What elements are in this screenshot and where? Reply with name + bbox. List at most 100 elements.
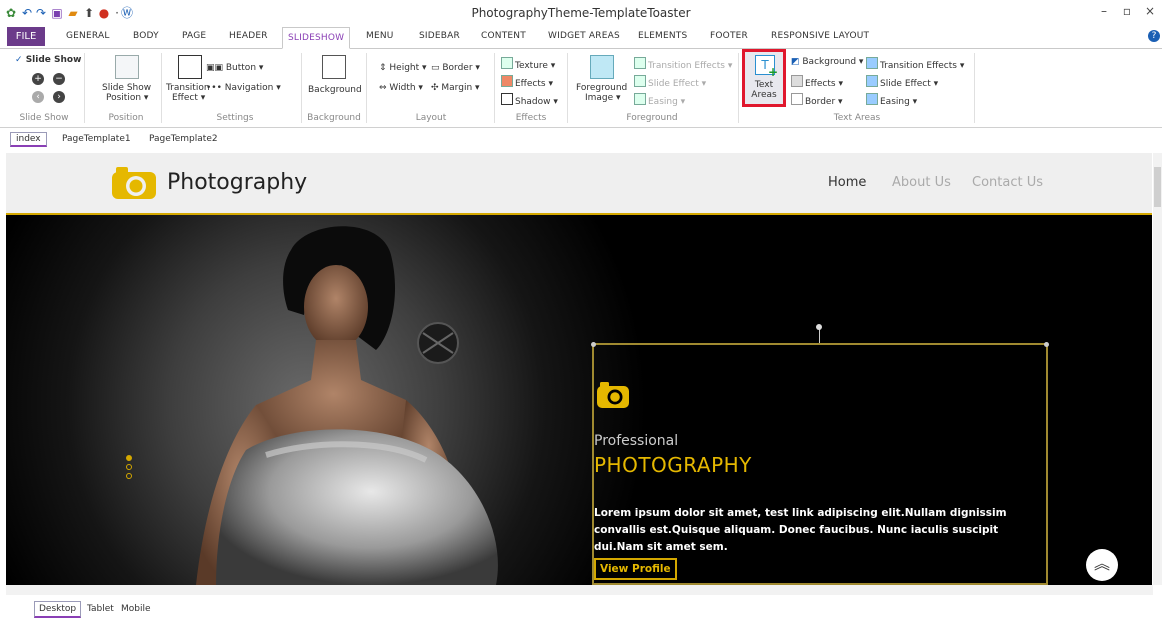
next-slide-icon[interactable]: › (53, 91, 65, 103)
button-dropdown[interactable]: ▣▣ Button ▾ (206, 63, 263, 73)
ta-slide-icon (866, 75, 878, 87)
scroll-top-button[interactable]: ︽ (1086, 549, 1118, 581)
foreground-image-button-line1[interactable]: Foreground (576, 83, 627, 93)
title-bar: ✿ ↶ ↷ ▣ ▰ ⬆ ● · Ⓦ PhotographyTheme-Templ… (0, 0, 1162, 26)
rotate-handle[interactable] (816, 324, 822, 330)
tab-body[interactable]: BODY (133, 31, 159, 41)
tab-responsive-layout[interactable]: RESPONSIVE LAYOUT (771, 31, 869, 41)
tab-widget-areas[interactable]: WIDGET AREAS (548, 31, 620, 41)
view-profile-button[interactable]: View Profile (594, 558, 677, 580)
minimize-icon[interactable]: – (1096, 4, 1112, 18)
tab-sidebar[interactable]: SIDEBAR (419, 31, 460, 41)
width-dropdown[interactable]: ⇔ Width ▾ (379, 83, 423, 93)
design-canvas[interactable]: Photography Home About Us Contact Us Pro… (6, 153, 1152, 585)
file-tab[interactable]: FILE (7, 27, 45, 46)
plus-icon: + (768, 65, 779, 79)
margin-dropdown[interactable]: ✣ Margin ▾ (431, 83, 480, 93)
previous-slide-icon[interactable]: ‹ (32, 91, 44, 103)
device-tabs: Desktop Tablet Mobile (0, 597, 1162, 622)
page-tab-template1[interactable]: PageTemplate1 (62, 134, 131, 144)
site-title: Photography (167, 170, 308, 195)
slideshow-position-button-line2[interactable]: Position ▾ (106, 93, 148, 103)
fg-slide-icon (634, 75, 646, 87)
slide-body-text: Lorem ipsum dolor sit amet, test link ad… (594, 507, 1007, 553)
shadow-icon (501, 93, 513, 105)
page-tab-index[interactable]: index (10, 132, 47, 147)
device-tab-mobile[interactable]: Mobile (121, 604, 151, 614)
resize-handle[interactable] (591, 342, 596, 347)
transition-effect-icon[interactable] (178, 55, 202, 79)
height-dropdown[interactable]: ⇕ Height ▾ (379, 63, 427, 73)
site-header[interactable]: Photography Home About Us Contact Us (6, 153, 1152, 215)
fg-easing-dropdown[interactable]: Easing ▾ (634, 93, 685, 107)
slide-text-area[interactable]: Professional PHOTOGRAPHY Lorem ipsum dol… (591, 342, 1049, 585)
tab-general[interactable]: GENERAL (66, 31, 110, 41)
group-label-text-areas: Text Areas (833, 113, 881, 123)
ta-effects-icon (791, 75, 803, 87)
slideshow-checkbox[interactable]: ✓ Slide Show (15, 55, 81, 65)
background-paint-icon[interactable] (322, 55, 346, 79)
fg-transition-effects-dropdown[interactable]: Transition Effects ▾ (634, 57, 732, 71)
restore-icon[interactable]: ▫ (1119, 4, 1135, 18)
foreground-image-button-line2[interactable]: Image ▾ (585, 93, 621, 103)
checkmark-icon: ✓ (15, 55, 26, 65)
tab-content[interactable]: CONTENT (481, 31, 526, 41)
nav-about-us[interactable]: About Us (892, 175, 951, 190)
camera-icon (597, 382, 629, 408)
foreground-image-icon[interactable] (590, 55, 614, 79)
slide-dot-1[interactable] (126, 455, 132, 461)
slideshow[interactable]: Professional PHOTOGRAPHY Lorem ipsum dol… (6, 215, 1152, 585)
shadow-dropdown[interactable]: Shadow ▾ (501, 93, 558, 107)
slide-dot-3[interactable] (126, 473, 132, 479)
group-label-background: Background (307, 113, 361, 123)
fg-slide-effect-dropdown[interactable]: Slide Effect ▾ (634, 75, 706, 89)
ta-easing-dropdown[interactable]: Easing ▾ (866, 93, 917, 107)
group-label-slideshow: Slide Show (19, 113, 69, 123)
device-tab-tablet[interactable]: Tablet (87, 604, 114, 614)
slideshow-position-button-line1[interactable]: Slide Show (102, 83, 151, 93)
remove-slide-icon[interactable]: − (53, 73, 65, 85)
slide-dot-2[interactable] (126, 464, 132, 470)
nav-contact-us[interactable]: Contact Us (972, 175, 1043, 190)
ta-border-icon (791, 93, 803, 105)
nav-home[interactable]: Home (828, 175, 866, 190)
effects-dropdown[interactable]: Effects ▾ (501, 75, 553, 89)
text-areas-button-label: Text Areas (751, 80, 777, 100)
tab-menu[interactable]: MENU (366, 31, 394, 41)
navigation-dropdown[interactable]: ••• Navigation ▾ (206, 83, 281, 93)
ta-effects-dropdown[interactable]: Effects ▾ (791, 75, 843, 89)
tab-elements[interactable]: ELEMENTS (638, 31, 687, 41)
ta-border-dropdown[interactable]: Border ▾ (791, 93, 843, 107)
vertical-scrollbar[interactable] (1153, 153, 1162, 585)
group-label-foreground: Foreground (626, 113, 678, 123)
transition-effect-button-line2[interactable]: Effect ▾ (172, 93, 205, 103)
ta-transition-effects-dropdown[interactable]: Transition Effects ▾ (866, 57, 964, 71)
horizontal-scrollbar[interactable] (6, 585, 1153, 595)
tab-slideshow[interactable]: SLIDESHOW (282, 27, 351, 49)
ta-background-icon: ◩ (791, 57, 803, 67)
tab-footer[interactable]: FOOTER (710, 31, 748, 41)
tab-header[interactable]: HEADER (229, 31, 268, 41)
fg-easing-icon (634, 93, 646, 105)
help-icon[interactable]: ? (1148, 30, 1160, 42)
fg-transition-icon (634, 57, 646, 69)
ta-slide-effect-dropdown[interactable]: Slide Effect ▾ (866, 75, 938, 89)
background-button[interactable]: Background (308, 85, 362, 95)
add-slide-icon[interactable]: + (32, 73, 44, 85)
resize-handle[interactable] (1044, 342, 1049, 347)
slideshow-position-icon[interactable] (115, 55, 139, 79)
slide-model-image (196, 226, 498, 585)
page-tab-template2[interactable]: PageTemplate2 (149, 134, 218, 144)
camera-logo-icon (112, 167, 156, 199)
tab-page[interactable]: PAGE (182, 31, 206, 41)
device-tab-desktop[interactable]: Desktop (34, 601, 82, 618)
close-icon[interactable]: × (1142, 4, 1158, 18)
window-title: PhotographyTheme-TemplateToaster (471, 6, 691, 20)
texture-dropdown[interactable]: Texture ▾ (501, 57, 555, 71)
text-areas-button[interactable]: T + Text Areas (742, 49, 786, 107)
height-icon: ⇕ (379, 63, 390, 73)
transition-effect-button-line1[interactable]: Transition (166, 83, 210, 93)
ta-background-dropdown[interactable]: ◩ Background ▾ (791, 57, 863, 67)
border-dropdown[interactable]: ▭ Border ▾ (431, 63, 480, 73)
border-icon: ▭ (431, 63, 443, 73)
